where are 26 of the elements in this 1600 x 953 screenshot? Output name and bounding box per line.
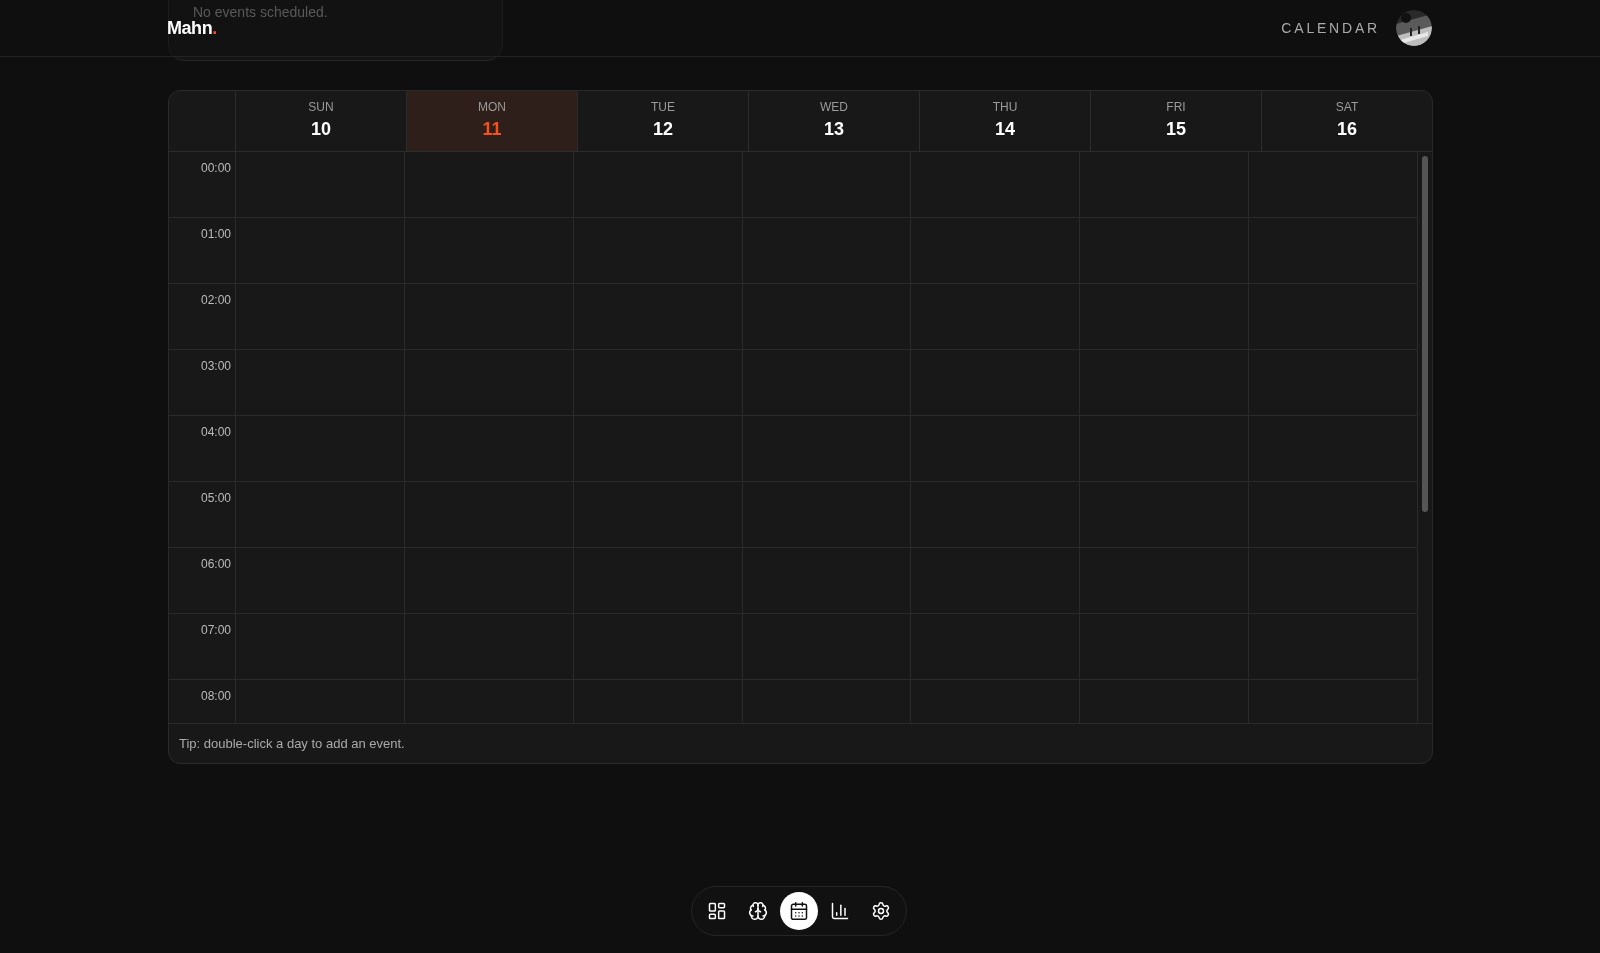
scrollbar-thumb[interactable] (1422, 156, 1428, 512)
day-header[interactable]: THU 14 (920, 91, 1091, 151)
bar-chart-icon (830, 901, 850, 921)
hour-label: 03:00 (200, 358, 231, 375)
day-header[interactable]: TUE 12 (578, 91, 749, 151)
day-header[interactable]: MON 11 (407, 91, 578, 151)
hour-label: 07:00 (200, 622, 231, 639)
day-header[interactable]: WED 13 (749, 91, 920, 151)
calendar-icon (789, 901, 809, 921)
logo: Mahn. (167, 17, 217, 40)
settings-icon (871, 901, 891, 921)
hour-label: 05:00 (200, 490, 231, 507)
dashboard-icon (707, 901, 727, 921)
day-header[interactable]: SAT 16 (1262, 91, 1432, 151)
hour-label: 01:00 (200, 226, 231, 243)
empty-message: No events scheduled. (193, 4, 328, 20)
hour-label: 04:00 (200, 424, 231, 441)
dock-button[interactable] (780, 892, 818, 930)
brain-icon (748, 901, 768, 921)
hour-label: 08:00 (200, 688, 231, 705)
day-header[interactable]: FRI 15 (1091, 91, 1262, 151)
section-title: CALENDAR (1281, 19, 1380, 38)
tip-text: Tip: double-click a day to add an event. (179, 734, 405, 753)
hour-label: 00:00 (200, 160, 231, 177)
hour-label: 06:00 (200, 556, 231, 573)
hour-label: 02:00 (200, 292, 231, 309)
